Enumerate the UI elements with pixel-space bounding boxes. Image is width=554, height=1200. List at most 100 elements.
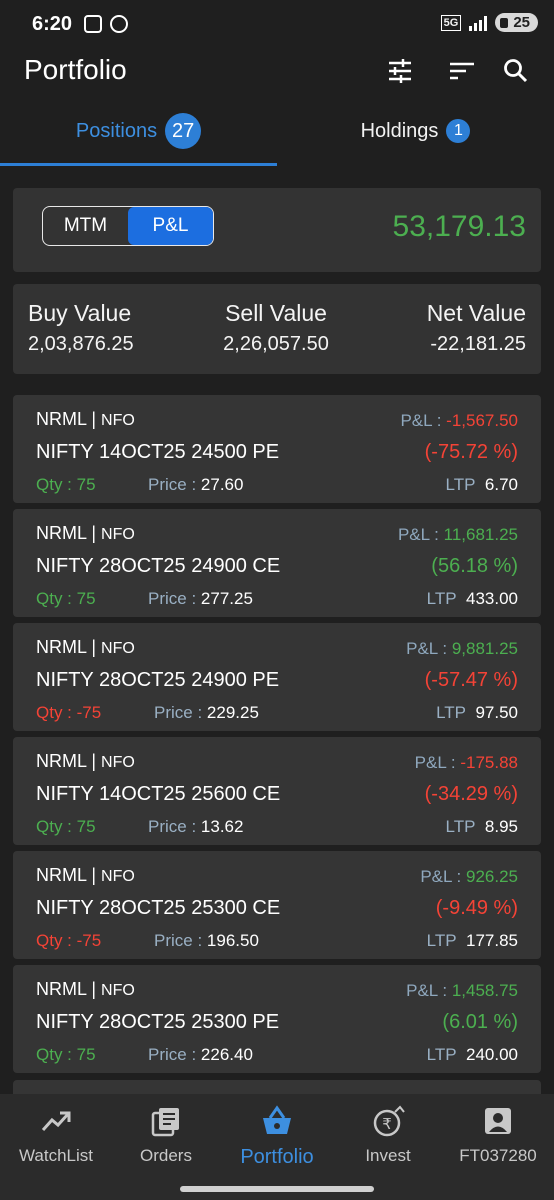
position-symbol: NIFTY 28OCT25 24900 PE	[36, 669, 280, 691]
position-symbol: NIFTY 28OCT25 25300 PE	[36, 1011, 280, 1033]
net-value: -22,181.25	[430, 333, 526, 355]
position-qty: Qty : 75	[36, 1045, 96, 1064]
position-ltp: LTP 177.85	[426, 931, 518, 950]
position-qty: Qty : -75	[36, 931, 102, 950]
value-summary-card: Buy Value 2,03,876.25 Sell Value 2,26,05…	[13, 284, 541, 374]
position-row[interactable]: NRML | NFO P&L : 9,881.25 NIFTY 28OCT25 …	[13, 623, 541, 731]
home-indicator[interactable]	[180, 1186, 374, 1192]
mtm-option[interactable]: MTM	[43, 207, 128, 245]
trending-up-icon	[41, 1111, 71, 1132]
account-icon	[485, 1108, 511, 1134]
status-bar: 6:20 5G 25	[0, 0, 554, 48]
active-tab-indicator	[0, 163, 277, 166]
position-row-partial	[13, 1080, 541, 1094]
buy-value: 2,03,876.25	[28, 333, 134, 355]
nav-portfolio[interactable]: Portfolio	[222, 1104, 332, 1169]
page-title: Portfolio	[24, 54, 127, 85]
sort-icon[interactable]	[448, 57, 476, 85]
basket-icon	[263, 1105, 291, 1134]
sell-value-label: Sell Value	[225, 300, 327, 326]
nav-watchlist[interactable]: WatchList	[1, 1104, 111, 1166]
position-pnl-percent: (-75.72 %)	[424, 441, 518, 463]
nav-watchlist-label: WatchList	[18, 1146, 93, 1165]
position-qty: Qty : 75	[36, 589, 96, 608]
battery-icon: 25	[495, 13, 538, 32]
position-qty: Qty : 75	[36, 475, 96, 494]
tab-positions-count-badge: 27	[165, 113, 202, 149]
product-exchange: NRML | NFO	[36, 637, 135, 657]
filter-sliders-icon[interactable]	[386, 57, 414, 85]
product-exchange: NRML | NFO	[36, 865, 135, 885]
mtm-pnl-toggle: MTM P&L	[42, 206, 214, 246]
bottom-navigation: WatchList Orders Portfolio ₹ Invest FT03…	[0, 1094, 554, 1200]
nav-orders-label: Orders	[140, 1146, 192, 1165]
tab-holdings-count-badge: 1	[446, 119, 471, 143]
net-value-block: Net Value -22,181.25	[427, 300, 526, 356]
nav-portfolio-label: Portfolio	[240, 1146, 314, 1168]
orders-list-icon	[151, 1108, 179, 1137]
position-pnl: P&L : 926.25	[420, 867, 518, 886]
product-exchange: NRML | NFO	[36, 523, 135, 543]
position-row[interactable]: NRML | NFO P&L : 1,458.75 NIFTY 28OCT25 …	[13, 965, 541, 1073]
tab-holdings[interactable]: Holdings 1	[277, 100, 554, 162]
svg-text:₹: ₹	[382, 1115, 392, 1133]
position-symbol: NIFTY 14OCT25 24500 PE	[36, 441, 280, 463]
pnl-option[interactable]: P&L	[128, 207, 213, 245]
position-pnl: P&L : 11,681.25	[397, 525, 518, 544]
product-exchange: NRML | NFO	[36, 409, 135, 429]
network-type-icon: 5G	[440, 14, 462, 31]
nav-account-label: FT037280	[459, 1146, 537, 1165]
buy-value-block: Buy Value 2,03,876.25	[28, 300, 134, 356]
sell-value-block: Sell Value 2,26,057.50	[220, 300, 332, 356]
position-row[interactable]: NRML | NFO P&L : -1,567.50 NIFTY 14OCT25…	[13, 395, 541, 503]
position-price: Price : 13.62	[148, 817, 244, 836]
total-pnl-value: 53,179.13	[392, 210, 526, 243]
nav-invest[interactable]: ₹ Invest	[333, 1104, 443, 1166]
position-ltp: LTP 433.00	[426, 589, 518, 608]
sell-value: 2,26,057.50	[223, 333, 329, 355]
status-notification-icons	[84, 15, 128, 33]
position-price: Price : 196.50	[154, 931, 259, 950]
position-price: Price : 229.25	[154, 703, 259, 722]
position-price: Price : 27.60	[148, 475, 244, 494]
signal-icon	[469, 15, 488, 31]
position-qty: Qty : 75	[36, 817, 96, 836]
position-pnl: P&L : 9,881.25	[406, 639, 518, 658]
nav-invest-label: Invest	[365, 1146, 411, 1165]
pnl-summary-card: MTM P&L 53,179.13	[13, 188, 541, 272]
screenshot-icon	[84, 15, 102, 33]
nav-orders[interactable]: Orders	[111, 1104, 221, 1166]
search-icon[interactable]	[502, 57, 530, 85]
rupee-invest-icon: ₹	[373, 1105, 405, 1137]
app-header: Portfolio	[0, 48, 554, 98]
tab-positions[interactable]: Positions 27	[0, 100, 277, 162]
position-pnl: P&L : -175.88	[414, 753, 518, 772]
position-ltp: LTP 240.00	[426, 1045, 518, 1064]
position-ltp: LTP 6.70	[445, 475, 518, 494]
position-pnl: P&L : 1,458.75	[406, 981, 518, 1000]
product-exchange: NRML | NFO	[36, 751, 135, 771]
net-value-label: Net Value	[426, 300, 526, 326]
position-pnl-percent: (-9.49 %)	[435, 897, 518, 919]
position-row[interactable]: NRML | NFO P&L : -175.88 NIFTY 14OCT25 2…	[13, 737, 541, 845]
tab-holdings-label: Holdings	[360, 119, 439, 142]
status-system-icons: 5G 25	[440, 13, 538, 32]
position-ltp: LTP 8.95	[445, 817, 518, 836]
position-pnl-percent: (-57.47 %)	[424, 669, 518, 691]
position-row[interactable]: NRML | NFO P&L : 926.25 NIFTY 28OCT25 25…	[13, 851, 541, 959]
position-pnl: P&L : -1,567.50	[400, 411, 518, 430]
position-qty: Qty : -75	[36, 703, 102, 722]
alarm-icon	[110, 15, 128, 33]
product-exchange: NRML | NFO	[36, 979, 135, 999]
position-symbol: NIFTY 28OCT25 24900 CE	[36, 555, 281, 577]
buy-value-label: Buy Value	[28, 300, 132, 326]
position-symbol: NIFTY 28OCT25 25300 CE	[36, 897, 281, 919]
portfolio-tabs: Positions 27 Holdings 1	[0, 100, 554, 166]
nav-account[interactable]: FT037280	[443, 1104, 553, 1166]
position-price: Price : 226.40	[148, 1045, 253, 1064]
position-symbol: NIFTY 14OCT25 25600 CE	[36, 783, 281, 805]
position-pnl-percent: (6.01 %)	[442, 1011, 518, 1033]
status-time: 6:20	[32, 13, 73, 35]
position-row[interactable]: NRML | NFO P&L : 11,681.25 NIFTY 28OCT25…	[13, 509, 541, 617]
position-ltp: LTP 97.50	[436, 703, 518, 722]
